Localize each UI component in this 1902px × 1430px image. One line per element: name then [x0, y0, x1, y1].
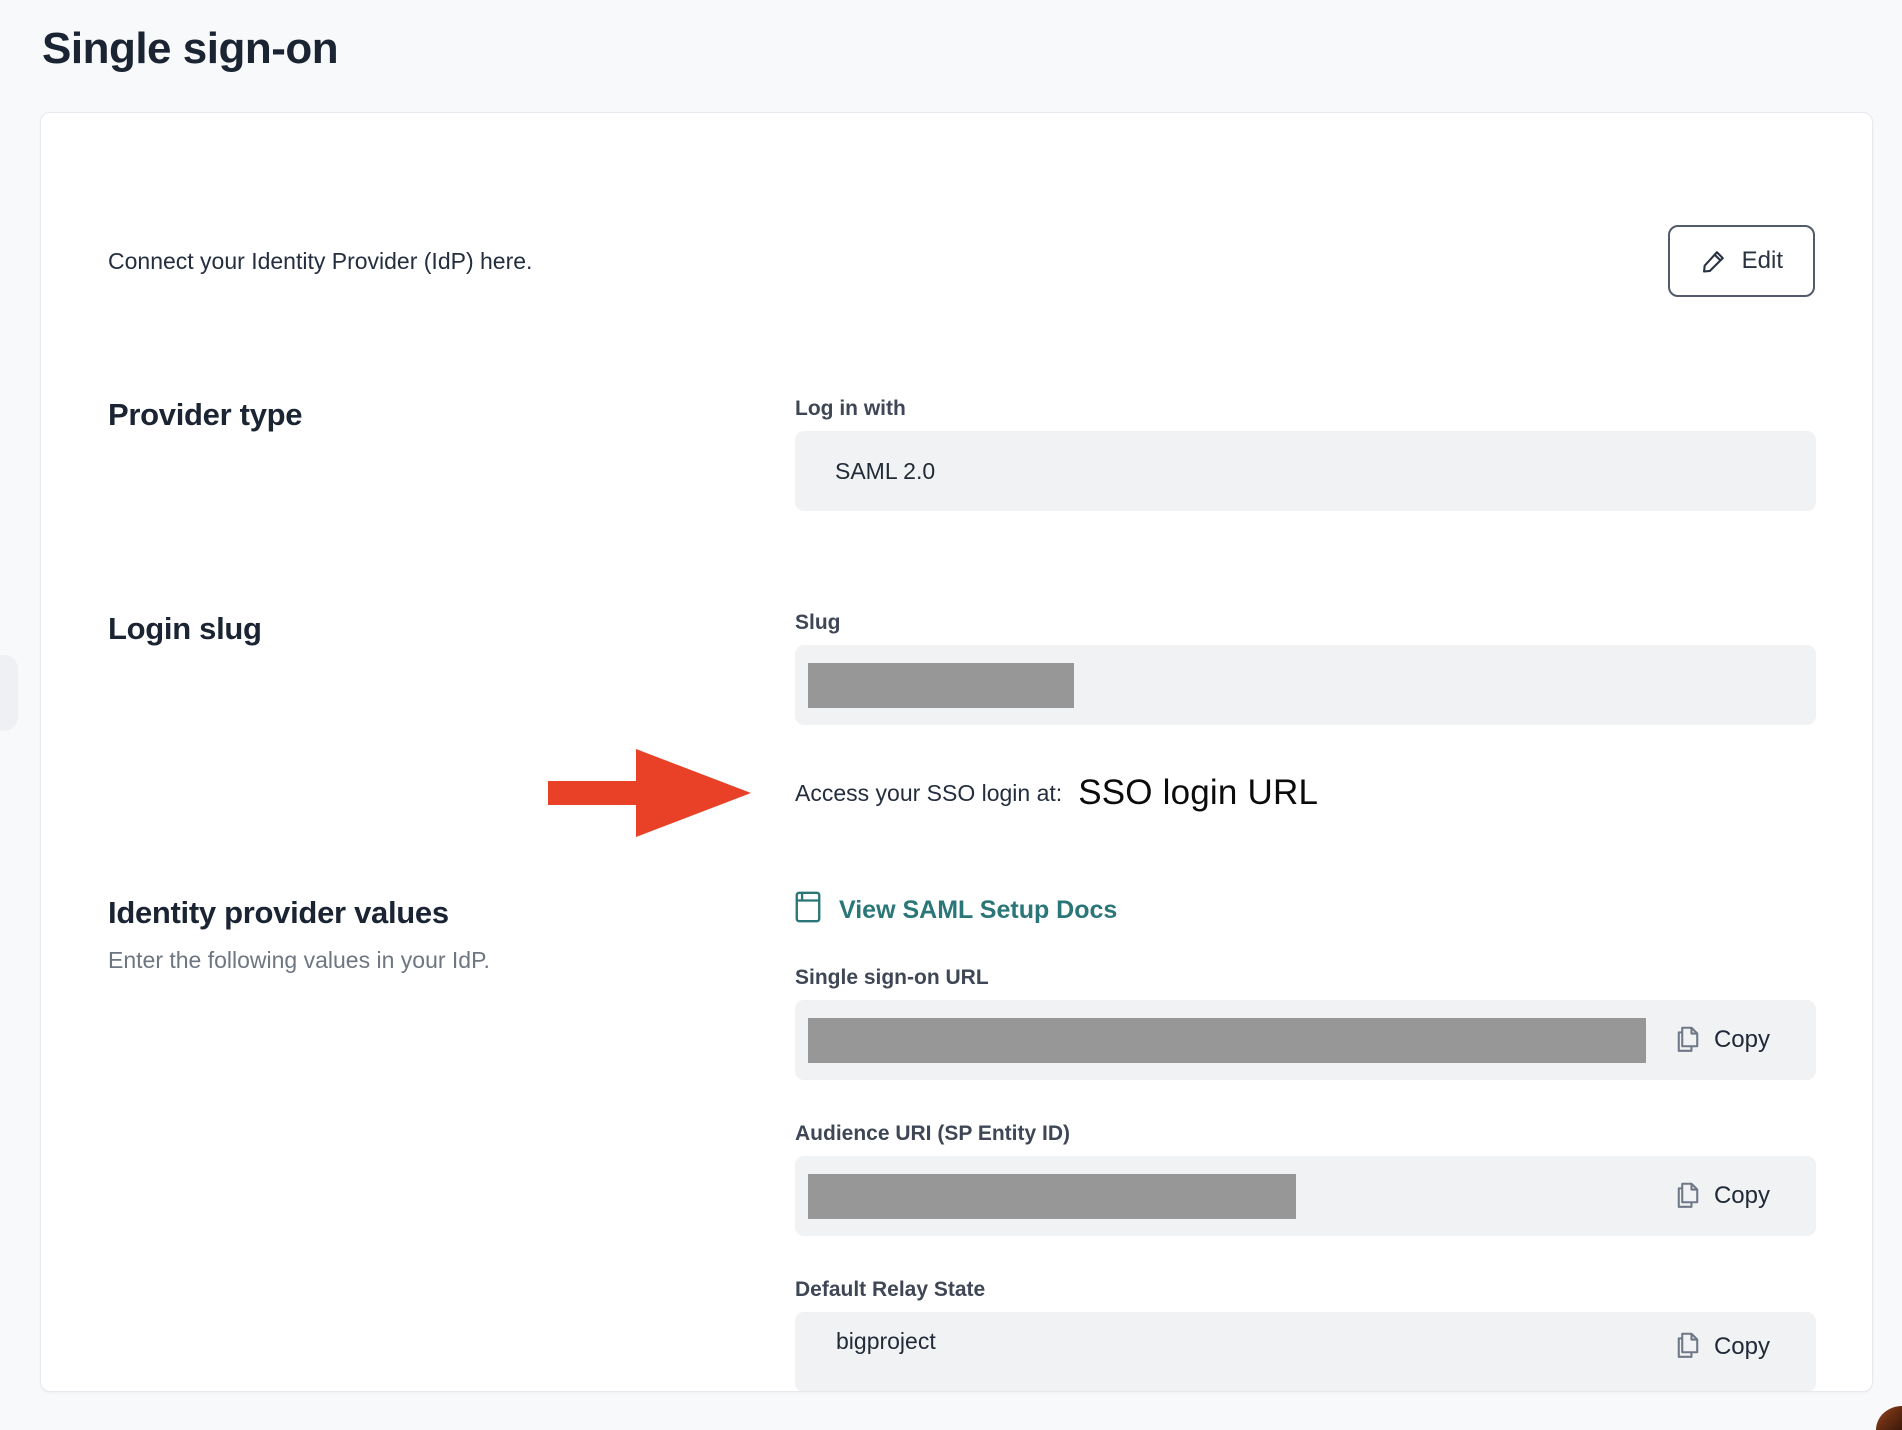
- pencil-icon: [1700, 247, 1728, 275]
- relay-state-group: Default Relay State bigproject Copy: [795, 1278, 1816, 1392]
- copy-icon: [1675, 1328, 1701, 1365]
- idp-values-subheading: Enter the following values in your IdP.: [108, 947, 795, 974]
- sso-login-url-value: SSO login URL: [1078, 773, 1318, 813]
- edit-button-label: Edit: [1742, 247, 1783, 275]
- provider-type-section: Provider type Log in with SAML 2.0: [108, 397, 1815, 511]
- sso-settings-card: Connect your Identity Provider (IdP) her…: [40, 112, 1873, 1392]
- login-slug-section: Login slug Slug Access your SSO login at…: [108, 611, 1815, 825]
- idp-values-heading: Identity provider values: [108, 895, 795, 931]
- copy-relay-state-button[interactable]: Copy: [1675, 1328, 1770, 1365]
- sso-url-group: Single sign-on URL Copy: [795, 966, 1816, 1080]
- red-arrow-icon: [548, 747, 751, 844]
- provider-type-value: SAML 2.0: [835, 458, 935, 485]
- provider-type-heading: Provider type: [108, 397, 795, 433]
- sso-url-redacted-value: [808, 1018, 1646, 1063]
- corner-overlay-fragment: [1876, 1406, 1902, 1430]
- access-login-text: Access your SSO login at:: [795, 780, 1062, 807]
- saml-docs-link[interactable]: View SAML Setup Docs: [795, 891, 1117, 930]
- access-login-line: Access your SSO login at: SSO login URL: [795, 761, 1816, 825]
- saml-docs-link-label: View SAML Setup Docs: [839, 896, 1117, 925]
- copy-button-label: Copy: [1714, 1182, 1770, 1210]
- relay-state-label: Default Relay State: [795, 1278, 1816, 1302]
- audience-uri-redacted-value: [808, 1174, 1296, 1219]
- copy-button-label: Copy: [1714, 1026, 1770, 1054]
- audience-uri-label: Audience URI (SP Entity ID): [795, 1122, 1816, 1146]
- copy-button-label: Copy: [1714, 1333, 1770, 1361]
- slug-field: [795, 645, 1816, 725]
- relay-state-field: bigproject Copy: [795, 1312, 1816, 1392]
- copy-sso-url-button[interactable]: Copy: [1675, 1022, 1770, 1059]
- slug-redacted-value: [808, 663, 1074, 708]
- login-slug-heading: Login slug: [108, 611, 795, 647]
- slug-label: Slug: [795, 611, 1816, 635]
- copy-icon: [1675, 1178, 1701, 1215]
- page-title: Single sign-on: [0, 0, 1902, 74]
- edit-button[interactable]: Edit: [1668, 225, 1815, 297]
- relay-state-value: bigproject: [808, 1328, 936, 1355]
- login-with-label: Log in with: [795, 397, 1816, 421]
- audience-uri-group: Audience URI (SP Entity ID) Copy: [795, 1122, 1816, 1236]
- docs-icon: [795, 891, 821, 930]
- sso-url-label: Single sign-on URL: [795, 966, 1816, 990]
- provider-type-field: SAML 2.0: [795, 431, 1816, 511]
- audience-uri-field: Copy: [795, 1156, 1816, 1236]
- idp-values-section: Identity provider values Enter the follo…: [108, 895, 1815, 1392]
- copy-audience-uri-button[interactable]: Copy: [1675, 1178, 1770, 1215]
- intro-row: Connect your Identity Provider (IdP) her…: [108, 225, 1815, 297]
- drawer-handle[interactable]: [0, 655, 18, 731]
- copy-icon: [1675, 1022, 1701, 1059]
- sso-url-field: Copy: [795, 1000, 1816, 1080]
- intro-text: Connect your Identity Provider (IdP) her…: [108, 248, 532, 275]
